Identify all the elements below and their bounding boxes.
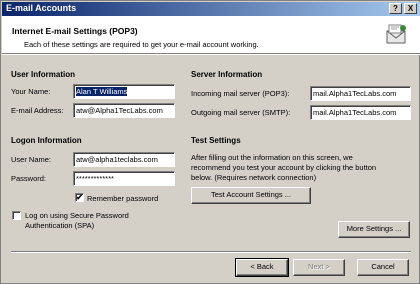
remember-password-label: Remember password: [87, 194, 159, 203]
email-accounts-dialog: E-mail Accounts ? X Internet E-mail Sett…: [0, 0, 420, 284]
incoming-server-label: Incoming mail server (POP3):: [191, 89, 290, 98]
outgoing-server-label: Outgoing mail server (SMTP):: [191, 108, 291, 117]
header-title: Internet E-mail Settings (POP3): [12, 26, 138, 36]
email-address-field[interactable]: atw@Alpha1TecLabs.com: [73, 103, 175, 118]
email-settings-icon: [386, 24, 406, 44]
header-subtitle: Each of these settings are required to g…: [24, 40, 259, 49]
test-desc-line1: After filling out the information on thi…: [191, 153, 353, 162]
your-name-label: Your Name:: [11, 87, 51, 96]
remember-password-checkbox[interactable]: ✔: [75, 193, 84, 202]
test-settings-heading: Test Settings: [191, 136, 241, 145]
user-name-label: User Name:: [11, 155, 52, 164]
bottom-separator: [11, 251, 411, 253]
password-label: Password:: [11, 174, 47, 183]
password-field[interactable]: *************: [73, 171, 175, 186]
test-desc-line2: recommend you test your account by click…: [191, 163, 377, 172]
user-info-heading: User Information: [11, 70, 76, 79]
outgoing-server-field[interactable]: mail.Alpha1TecLabs.com: [310, 105, 411, 120]
incoming-server-field[interactable]: mail.Alpha1TecLabs.com: [310, 86, 411, 101]
spa-checkbox[interactable]: [12, 211, 21, 220]
cancel-button[interactable]: Cancel: [357, 259, 409, 276]
more-settings-button[interactable]: More Settings ...: [338, 221, 410, 238]
test-account-settings-button[interactable]: Test Account Settings ...: [191, 187, 311, 204]
header-separator: [2, 53, 420, 55]
your-name-field[interactable]: Alan T Williams: [73, 84, 175, 99]
test-desc-line3: below. (Requires network connection): [191, 173, 317, 182]
title-bar: E-mail Accounts ? X: [2, 2, 420, 16]
window-title: E-mail Accounts: [6, 3, 77, 13]
header-panel: Internet E-mail Settings (POP3) Each of …: [2, 16, 420, 53]
spa-label-line2: Authentication (SPA): [25, 221, 95, 230]
logon-info-heading: Logon Information: [11, 136, 82, 145]
spa-label-line1: Log on using Secure Password: [25, 211, 129, 220]
close-button[interactable]: X: [404, 3, 417, 14]
help-button[interactable]: ?: [389, 3, 402, 14]
server-info-heading: Server Information: [191, 70, 263, 79]
back-button[interactable]: < Back: [235, 258, 289, 277]
email-address-label: E-mail Address:: [11, 106, 64, 115]
next-button[interactable]: Next >: [293, 259, 345, 276]
user-name-field[interactable]: atw@alpha1teclabs.com: [73, 152, 175, 167]
your-name-value: Alan T Williams: [76, 87, 128, 96]
